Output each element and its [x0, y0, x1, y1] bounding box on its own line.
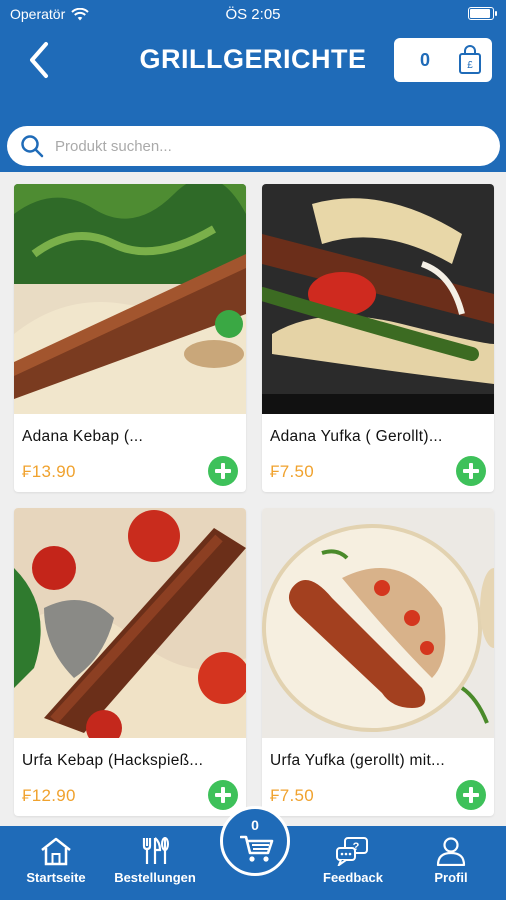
product-card[interactable]: Urfa Kebap (Hackspieß... ₣12.90	[14, 508, 246, 816]
tab-startseite[interactable]: Startseite	[6, 836, 106, 896]
search-icon	[21, 135, 44, 158]
cart-count: 0	[420, 50, 431, 70]
feedback-icon: ?	[336, 837, 368, 866]
product-price: ₣12.90	[22, 786, 76, 805]
shopping-cart-icon	[240, 835, 274, 862]
battery-icon	[468, 7, 497, 20]
product-price: ₣13.90	[22, 462, 76, 481]
app-header: Operatör ÖS 2:05 GRILLGERICHTE 0 £	[0, 0, 506, 172]
product-image-adana-kebap	[14, 184, 246, 414]
status-bar: Operatör ÖS 2:05	[0, 0, 506, 28]
tab-feedback[interactable]: ? Feedback	[303, 836, 403, 896]
tab-label: Profil	[434, 870, 468, 885]
tab-label: Bestellungen	[114, 870, 196, 885]
tab-label: Startseite	[26, 870, 86, 885]
product-name: Adana Yufka ( Gerollt)...	[270, 428, 443, 445]
cart-summary-button[interactable]: 0 £	[394, 38, 492, 82]
search-input[interactable]	[55, 137, 455, 155]
status-time: ÖS 2:05	[225, 6, 281, 23]
cart-fab-count: 0	[251, 817, 259, 833]
tab-label: Feedback	[323, 870, 383, 885]
home-icon	[41, 837, 71, 866]
product-card[interactable]: Adana Yufka ( Gerollt)... ₣7.50	[262, 184, 494, 492]
product-price: ₣7.50	[270, 786, 315, 805]
product-image-urfa-kebap	[14, 508, 246, 738]
product-name: Urfa Kebap (Hackspieß...	[22, 752, 204, 769]
tab-profil[interactable]: Profil	[401, 836, 501, 896]
svg-text:£: £	[467, 60, 473, 71]
product-image-urfa-yufka	[262, 508, 494, 738]
product-name: Adana Kebap (...	[22, 428, 144, 445]
product-card[interactable]: Urfa Yufka (gerollt) mit... ₣7.50	[262, 508, 494, 816]
product-name: Urfa Yufka (gerollt) mit...	[270, 752, 445, 769]
profile-icon	[436, 837, 466, 866]
add-to-cart-button[interactable]	[208, 456, 238, 486]
product-card[interactable]: Adana Kebap (... ₣13.90	[14, 184, 246, 492]
tab-bestellungen[interactable]: Bestellungen	[105, 836, 205, 896]
add-to-cart-button[interactable]	[456, 780, 486, 810]
product-image-adana-yufka	[262, 184, 494, 414]
product-price: ₣7.50	[270, 462, 315, 481]
add-to-cart-button[interactable]	[208, 780, 238, 810]
cart-button[interactable]: 0	[220, 806, 290, 876]
shopping-bag-icon: £	[459, 45, 481, 74]
cutlery-icon	[142, 837, 169, 864]
add-to-cart-button[interactable]	[456, 456, 486, 486]
search-bar[interactable]	[7, 126, 500, 166]
